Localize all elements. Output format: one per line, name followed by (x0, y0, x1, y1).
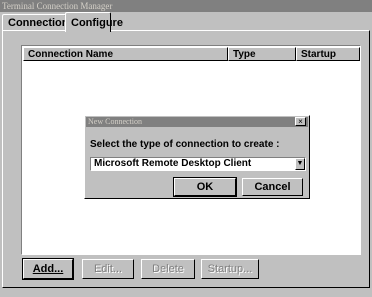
dialog-title: New Connection (86, 117, 308, 127)
column-header-type[interactable]: Type (228, 47, 296, 61)
add-button-label: Add... (32, 263, 64, 275)
delete-button[interactable]: Delete (141, 259, 195, 279)
column-header-startup[interactable]: Startup (296, 47, 360, 61)
column-header-connection-name[interactable]: Connection Name (23, 47, 228, 61)
startup-button[interactable]: Startup... (201, 259, 259, 279)
tab-connections[interactable]: Connections (2, 14, 75, 31)
edit-button[interactable]: Edit... (82, 259, 134, 279)
connection-type-select[interactable]: Microsoft Remote Desktop Client ▼ (90, 157, 306, 171)
dialog-prompt: Select the type of connection to create … (90, 139, 280, 150)
tab-configure[interactable]: Configure (65, 12, 123, 32)
window-title: Terminal Connection Manager (0, 0, 372, 12)
connection-type-value: Microsoft Remote Desktop Client (94, 158, 252, 169)
ok-button[interactable]: OK (173, 177, 237, 197)
list-header: Connection Name Type Startup (23, 47, 360, 61)
add-button[interactable]: Add... (22, 258, 74, 280)
chevron-down-icon[interactable]: ▼ (295, 158, 305, 170)
new-connection-dialog: New Connection × Select the type of conn… (84, 115, 310, 199)
cancel-button[interactable]: Cancel (242, 178, 303, 196)
close-icon[interactable]: × (295, 117, 306, 126)
